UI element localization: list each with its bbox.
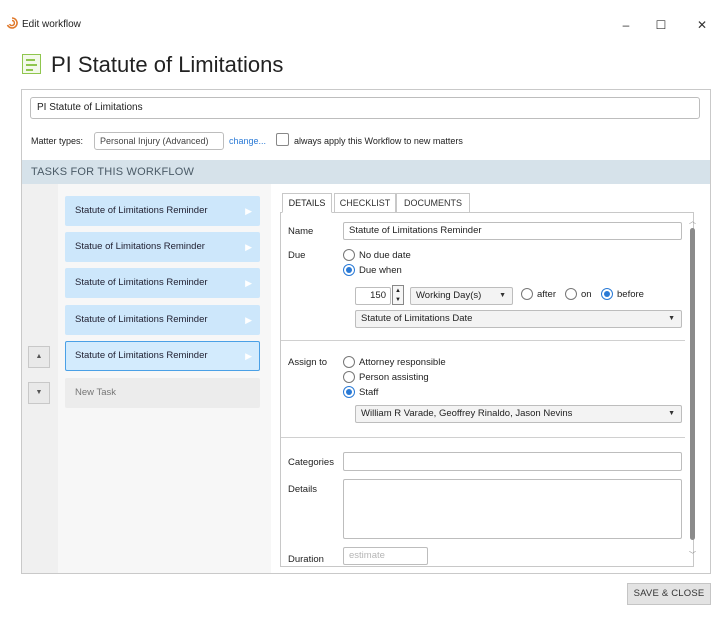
details-label: Details <box>288 484 318 495</box>
duration-label: Duration <box>288 554 324 565</box>
task-move-gutter <box>22 184 58 573</box>
scroll-down-icon[interactable]: ﹀ <box>689 550 696 560</box>
tab-documents[interactable]: DOCUMENTS <box>396 193 470 213</box>
attorney-responsible-radio[interactable] <box>343 356 355 368</box>
after-radio[interactable] <box>521 288 533 300</box>
section-divider <box>281 437 685 438</box>
task-label: Statute of Limitations Reminder <box>75 205 208 216</box>
task-label: Statute of Limitations Reminder <box>75 350 208 361</box>
no-due-date-label: No due date <box>359 250 411 261</box>
task-list-item[interactable]: Statute of Limitations Reminder ▶ <box>65 196 260 226</box>
due-unit-value: Working Day(s) <box>416 290 482 301</box>
no-due-date-radio[interactable] <box>343 249 355 261</box>
due-amount-spin-buttons[interactable]: ▲ ▼ <box>392 285 404 305</box>
minimize-button[interactable]: – <box>612 14 640 36</box>
details-textarea[interactable] <box>343 479 682 539</box>
task-label: Statue of Limitations Reminder <box>75 241 205 252</box>
name-label: Name <box>288 226 314 237</box>
staff-select[interactable]: William R Varade, Geoffrey Rinaldo, Jaso… <box>355 405 682 423</box>
chevron-right-icon: ▶ <box>245 278 252 288</box>
details-scrollbar-thumb[interactable] <box>690 228 695 540</box>
task-label: Statute of Limitations Reminder <box>75 277 208 288</box>
task-list-item[interactable]: Statute of Limitations Reminder ▶ <box>65 305 260 335</box>
due-unit-select[interactable]: Working Day(s) ▼ <box>410 287 513 305</box>
on-radio[interactable] <box>565 288 577 300</box>
task-list-item[interactable]: Statue of Limitations Reminder ▶ <box>65 232 260 262</box>
on-label: on <box>581 289 592 300</box>
chevron-right-icon: ▶ <box>245 206 252 216</box>
chevron-down-icon: ▼ <box>499 292 506 299</box>
staff-value: William R Varade, Geoffrey Rinaldo, Jaso… <box>361 408 573 419</box>
workflow-app-icon <box>6 17 18 29</box>
page-title: PI Statute of Limitations <box>51 52 284 77</box>
move-task-up-button[interactable]: ▲ <box>28 346 50 368</box>
person-assisting-label: Person assisting <box>359 372 429 383</box>
due-amount-stepper[interactable]: 150 <box>355 287 391 305</box>
scroll-up-icon[interactable]: ︿ <box>689 216 696 226</box>
assign-to-label: Assign to <box>288 357 328 368</box>
always-apply-label: always apply this Workflow to new matter… <box>294 136 463 146</box>
chevron-right-icon: ▶ <box>245 351 252 361</box>
chevron-down-icon: ▼ <box>668 315 675 322</box>
categories-label: Categories <box>288 457 334 468</box>
move-task-down-button[interactable]: ▼ <box>28 382 50 404</box>
task-list-item[interactable]: Statute of Limitations Reminder ▶ <box>65 268 260 298</box>
person-assisting-radio[interactable] <box>343 371 355 383</box>
tasks-section-header: TASKS FOR THIS WORKFLOW <box>22 160 710 184</box>
before-label: before <box>617 289 644 300</box>
tab-checklist[interactable]: CHECKLIST <box>334 193 396 213</box>
before-radio[interactable] <box>601 288 613 300</box>
due-when-radio[interactable] <box>343 264 355 276</box>
due-date-field-select[interactable]: Statute of Limitations Date ▼ <box>355 310 682 328</box>
window-title: Edit workflow <box>22 19 81 30</box>
spin-down-icon: ▼ <box>395 297 401 303</box>
tab-details[interactable]: DETAILS <box>282 193 332 213</box>
chevron-right-icon: ▶ <box>245 315 252 325</box>
spin-up-icon: ▲ <box>395 288 401 294</box>
chevron-down-icon: ▼ <box>668 410 675 417</box>
close-button[interactable]: ✕ <box>688 14 716 36</box>
section-divider <box>281 340 685 341</box>
task-name-input[interactable]: Statute of Limitations Reminder <box>343 222 682 240</box>
maximize-button[interactable]: ☐ <box>647 14 675 36</box>
due-date-field-value: Statute of Limitations Date <box>361 313 473 324</box>
workflow-name-input[interactable]: PI Statute of Limitations <box>30 97 700 119</box>
matter-types-label: Matter types: <box>31 136 84 146</box>
new-task-label: New Task <box>75 387 117 398</box>
always-apply-checkbox[interactable] <box>276 133 289 146</box>
save-and-close-button[interactable]: SAVE & CLOSE <box>627 583 711 605</box>
chevron-right-icon: ▶ <box>245 242 252 252</box>
attorney-responsible-label: Attorney responsible <box>359 357 446 368</box>
staff-label: Staff <box>359 387 379 398</box>
due-label: Due <box>288 250 306 261</box>
due-when-label: Due when <box>359 265 402 276</box>
staff-radio[interactable] <box>343 386 355 398</box>
checklist-icon <box>22 54 41 74</box>
matter-type-chip: Personal Injury (Advanced) <box>94 132 224 150</box>
change-matter-types-link[interactable]: change... <box>229 136 266 146</box>
categories-input[interactable] <box>343 452 682 471</box>
task-list-item-selected[interactable]: Statute of Limitations Reminder ▶ <box>65 341 260 371</box>
duration-input[interactable]: estimate <box>343 547 428 565</box>
after-label: after <box>537 289 557 300</box>
new-task-item[interactable]: New Task <box>65 378 260 408</box>
task-label: Statute of Limitations Reminder <box>75 314 208 325</box>
